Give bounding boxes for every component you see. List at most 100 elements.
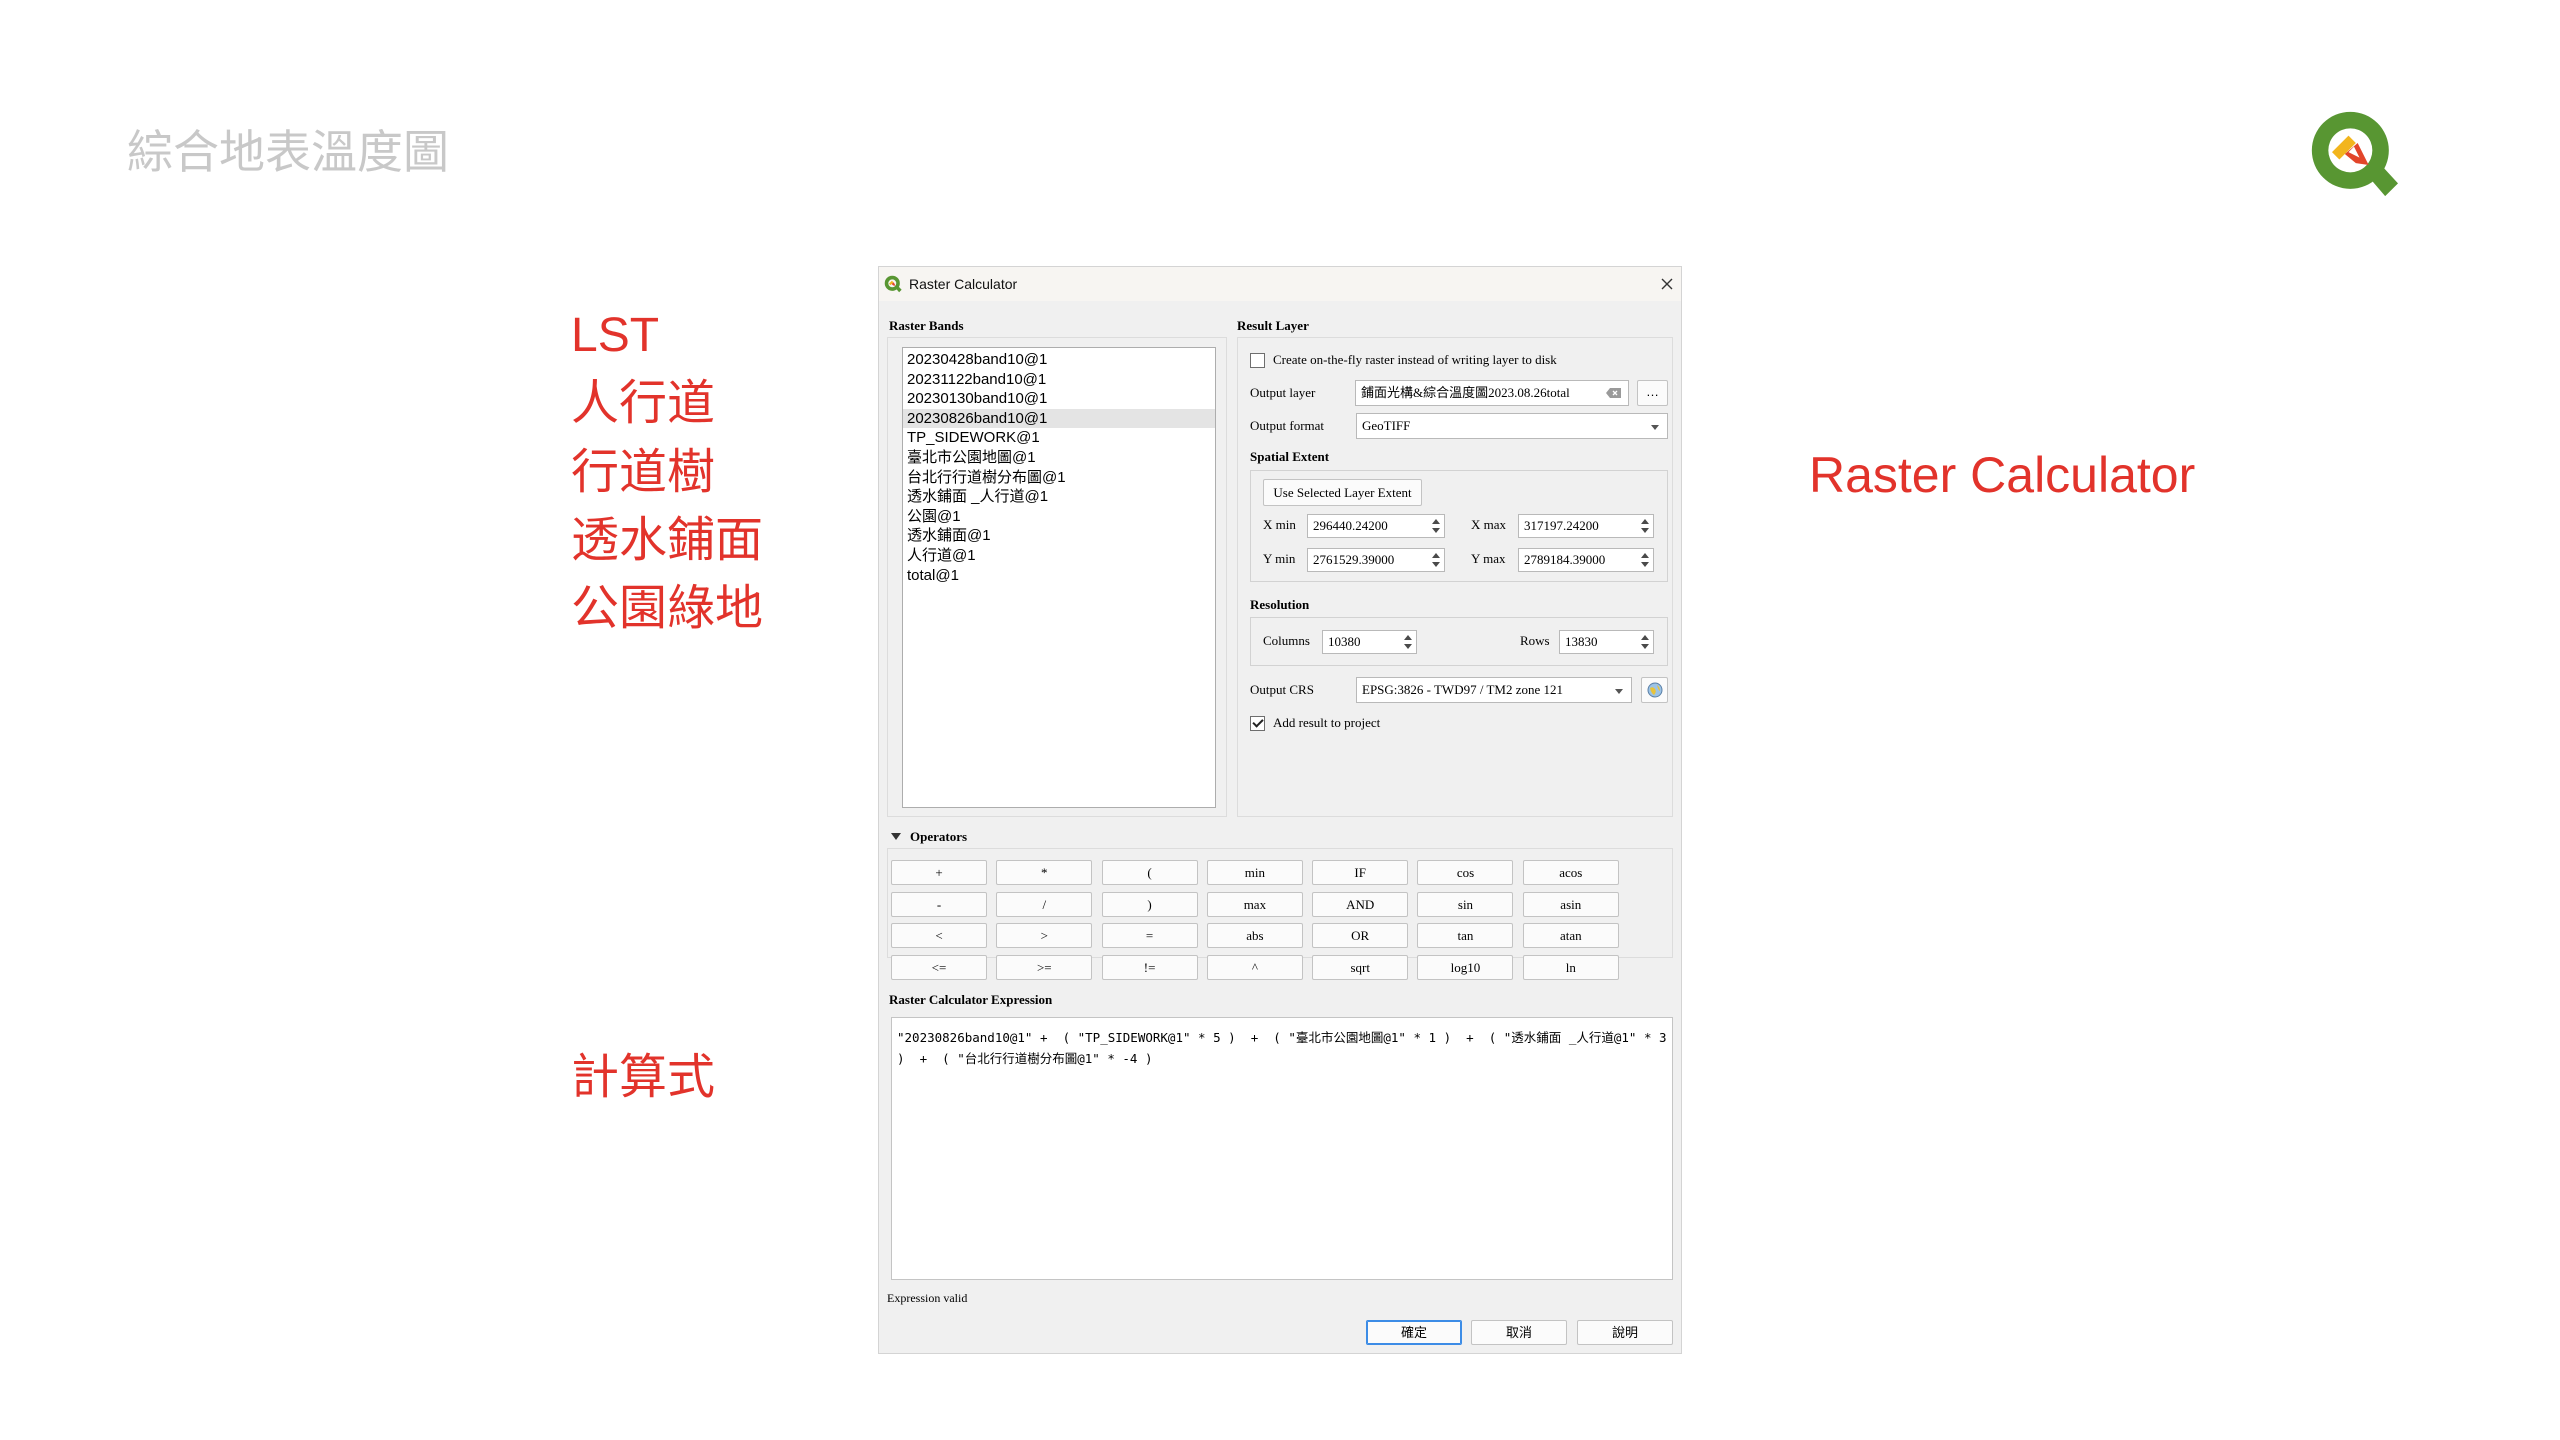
operator-button-open-paren[interactable]: ( (1101, 860, 1198, 885)
spatial-extent-label: Spatial Extent (1250, 449, 1330, 464)
operator-button-sin[interactable]: sin (1417, 891, 1514, 917)
spinner-icon[interactable] (1432, 552, 1441, 568)
output-layer-value: 鋪面光構&綜合溫度圖2023.08.26total (1361, 385, 1570, 400)
cancel-button[interactable]: 取消 (1471, 1320, 1567, 1345)
raster-band-item[interactable]: 透水鋪面@1 (903, 526, 1215, 546)
operator-button-divide[interactable]: / (996, 891, 1093, 917)
on-the-fly-label[interactable]: Create on-the-fly raster instead of writ… (1273, 351, 1557, 369)
operator-button-multiply[interactable]: * (996, 860, 1093, 885)
operator-button-abs[interactable]: abs (1206, 923, 1303, 949)
operator-button-acos[interactable]: acos (1522, 860, 1619, 885)
raster-bands-list[interactable]: 20230428band10@1 20231122band10@1 202301… (902, 347, 1216, 808)
operator-button-minus[interactable]: - (891, 891, 987, 917)
raster-band-item[interactable]: 20231122band10@1 (903, 370, 1215, 390)
globe-icon (1647, 682, 1663, 698)
output-layer-field[interactable]: 鋪面光構&綜合溫度圖2023.08.26total (1355, 380, 1629, 406)
x-max-label: X max (1471, 517, 1507, 532)
operator-button-tan[interactable]: tan (1417, 923, 1514, 949)
operator-button-less-equal[interactable]: <= (891, 955, 987, 981)
operator-button-greater-equal[interactable]: >= (996, 955, 1093, 981)
output-format-select[interactable]: GeoTIFF (1356, 413, 1668, 439)
spinner-icon[interactable] (1641, 552, 1650, 568)
operator-button-max[interactable]: max (1206, 891, 1303, 917)
close-icon[interactable] (1657, 274, 1677, 294)
x-min-spinbox[interactable]: 296440.24200 (1307, 514, 1445, 538)
y-min-spinbox[interactable]: 2761529.39000 (1307, 548, 1445, 572)
output-layer-label: Output layer (1250, 385, 1316, 400)
raster-band-item[interactable]: 20230826band10@1 (903, 408, 1215, 429)
operator-button-or[interactable]: OR (1312, 923, 1409, 949)
rows-value: 13830 (1565, 634, 1598, 649)
raster-band-item[interactable]: 20230428band10@1 (903, 350, 1215, 370)
ok-button[interactable]: 確定 (1366, 1320, 1462, 1345)
y-max-spinbox[interactable]: 2789184.39000 (1518, 548, 1654, 572)
spinner-icon[interactable] (1432, 518, 1441, 534)
raster-band-item[interactable]: 臺北市公園地圖@1 (903, 448, 1215, 468)
output-crs-label: Output CRS (1250, 682, 1314, 697)
expression-editor[interactable]: "20230826band10@1" + ( "TP_SIDEWORK@1" *… (891, 1017, 1673, 1280)
operators-label[interactable]: Operators (910, 828, 967, 846)
operator-button-equals[interactable]: = (1101, 923, 1198, 949)
raster-band-item[interactable]: 公園@1 (903, 507, 1215, 527)
add-to-project-checkbox[interactable] (1250, 716, 1265, 731)
operator-button-greater-than[interactable]: > (996, 923, 1093, 949)
qgis-q-icon (884, 275, 902, 293)
add-to-project-label[interactable]: Add result to project (1273, 714, 1380, 732)
operator-button-if[interactable]: IF (1312, 860, 1409, 885)
raster-band-item[interactable]: 台北行行道樹分布圖@1 (903, 468, 1215, 488)
expression-status: Expression valid (887, 1291, 968, 1305)
expression-text[interactable]: "20230826band10@1" + ( "TP_SIDEWORK@1" *… (897, 1027, 1667, 1069)
collapse-triangle-icon[interactable] (891, 833, 901, 840)
raster-bands-label: Raster Bands (889, 318, 964, 333)
clear-icon[interactable] (1605, 387, 1622, 399)
operator-button-sqrt[interactable]: sqrt (1312, 955, 1409, 981)
y-max-label: Y max (1471, 551, 1506, 566)
spinner-icon[interactable] (1641, 634, 1650, 650)
operator-button-min[interactable]: min (1206, 860, 1303, 885)
operator-button-and[interactable]: AND (1312, 891, 1409, 917)
raster-band-item[interactable]: 透水鋪面 _人行道@1 (903, 487, 1215, 507)
operator-button-power[interactable]: ^ (1206, 955, 1303, 981)
spinner-icon[interactable] (1641, 518, 1650, 534)
y-max-value: 2789184.39000 (1524, 552, 1606, 567)
operators-grid: + * ( min IF cos acos - / ) max AND sin … (891, 860, 1619, 981)
operator-button-plus[interactable]: + (891, 860, 987, 885)
use-selected-layer-extent-button[interactable]: Use Selected Layer Extent (1263, 479, 1422, 506)
operator-button-close-paren[interactable]: ) (1101, 891, 1198, 917)
raster-band-item[interactable]: TP_SIDEWORK@1 (903, 428, 1215, 448)
x-min-value: 296440.24200 (1313, 518, 1388, 533)
output-format-value: GeoTIFF (1362, 418, 1411, 433)
x-max-value: 317197.24200 (1524, 518, 1599, 533)
x-max-spinbox[interactable]: 317197.24200 (1518, 514, 1654, 538)
raster-band-item[interactable]: total@1 (903, 566, 1215, 586)
output-format-label: Output format (1250, 418, 1325, 433)
output-crs-select[interactable]: EPSG:3826 - TWD97 / TM2 zone 121 (1356, 677, 1632, 703)
operator-button-less-than[interactable]: < (891, 923, 987, 949)
operator-button-not-equal[interactable]: != (1101, 955, 1198, 981)
browse-output-button[interactable]: … (1637, 380, 1668, 406)
operator-button-ln[interactable]: ln (1522, 955, 1619, 981)
dialog-titlebar[interactable]: Raster Calculator (879, 267, 1681, 301)
columns-value: 10380 (1328, 634, 1361, 649)
chevron-down-icon (1615, 689, 1623, 694)
layer-labels: LST 人行道 行道樹 透水鋪面 公園綠地 (571, 302, 763, 643)
operator-button-asin[interactable]: asin (1522, 891, 1619, 917)
columns-spinbox[interactable]: 10380 (1322, 630, 1417, 654)
on-the-fly-checkbox[interactable] (1250, 353, 1265, 368)
select-crs-button[interactable] (1641, 677, 1668, 703)
raster-band-item[interactable]: 20230130band10@1 (903, 389, 1215, 409)
rows-spinbox[interactable]: 13830 (1559, 630, 1654, 654)
y-min-value: 2761529.39000 (1313, 552, 1395, 567)
raster-band-item[interactable]: 人行道@1 (903, 546, 1215, 566)
layer-label: 行道樹 (571, 445, 716, 499)
resolution-label: Resolution (1250, 597, 1310, 612)
chevron-down-icon (1651, 425, 1659, 430)
operator-button-log10[interactable]: log10 (1417, 955, 1514, 981)
help-button[interactable]: 說明 (1577, 1320, 1673, 1345)
rows-label: Rows (1520, 633, 1550, 648)
operator-button-atan[interactable]: atan (1522, 923, 1619, 949)
expression-caption: 計算式 (571, 1051, 716, 1104)
spinner-icon[interactable] (1404, 634, 1413, 650)
operator-button-cos[interactable]: cos (1417, 860, 1514, 885)
layer-label: 透水鋪面 (571, 513, 764, 567)
